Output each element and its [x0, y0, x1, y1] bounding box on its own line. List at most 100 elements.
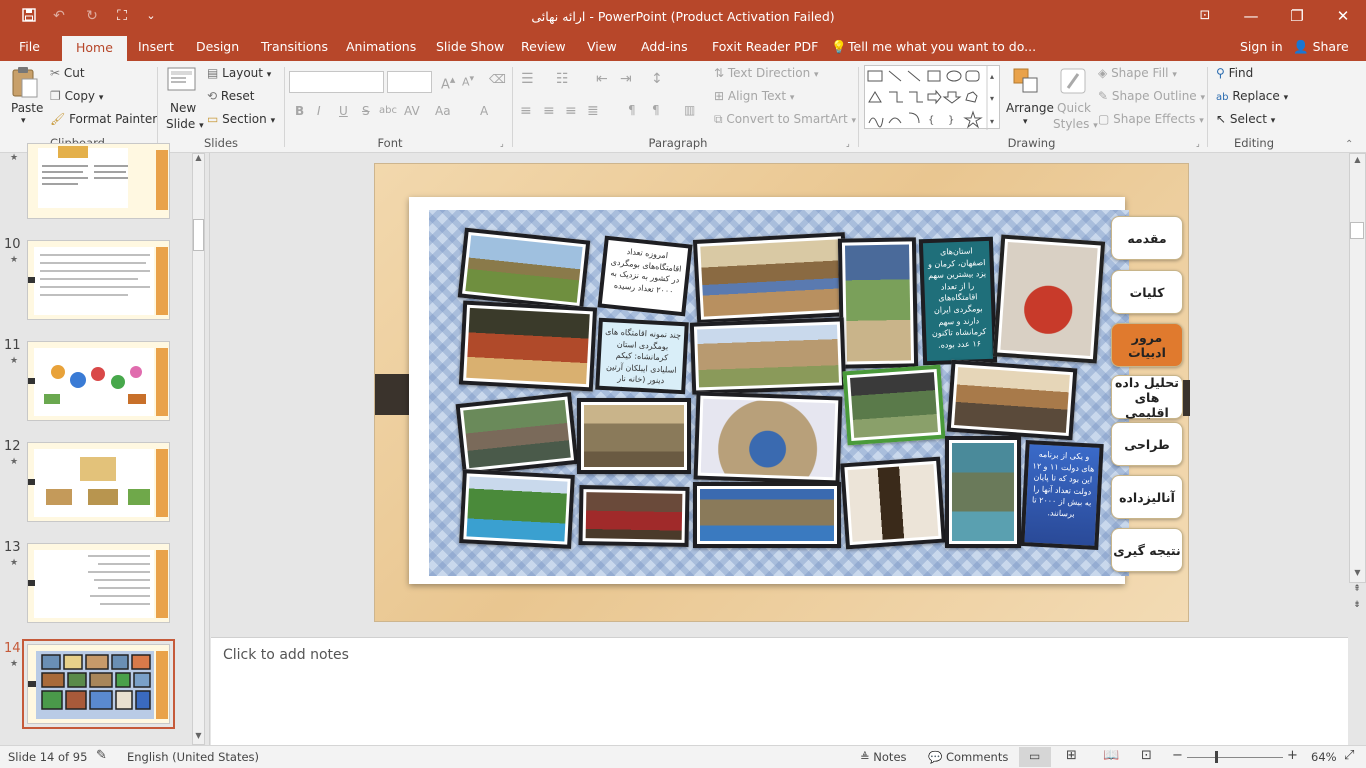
nav-conclusion-button[interactable]: نتیجه گیری: [1111, 528, 1183, 572]
increase-font-icon[interactable]: A▴: [441, 73, 455, 92]
photo-courtyard-pool[interactable]: [692, 232, 850, 324]
cut-button[interactable]: ✂ Cut: [50, 66, 85, 80]
slide-thumbnail-11[interactable]: [27, 341, 170, 421]
photo-hillside-village[interactable]: [693, 482, 841, 548]
zoom-slider-track[interactable]: [1187, 757, 1283, 758]
paste-button[interactable]: Paste: [11, 101, 43, 115]
find-button[interactable]: ⚲ Find: [1216, 66, 1253, 80]
photo-carpet-room[interactable]: [578, 485, 690, 547]
arrange-icon[interactable]: [1011, 66, 1041, 96]
shapes-gallery[interactable]: {} ▴ ▾ ▾: [864, 65, 1000, 130]
align-text-button[interactable]: ⊞ Align Text ▾: [714, 89, 794, 103]
notes-placeholder[interactable]: Click to add notes: [223, 647, 349, 663]
photo-garden-pool[interactable]: [459, 469, 575, 549]
new-slide-icon[interactable]: [167, 65, 197, 95]
convert-smartart-button[interactable]: ⧉ Convert to SmartArt ▾: [714, 112, 856, 127]
photo-interior-door[interactable]: [840, 456, 946, 550]
close-button[interactable]: ✕: [1320, 5, 1366, 29]
quick-styles-icon[interactable]: [1058, 66, 1088, 96]
align-right-icon[interactable]: ≡: [565, 103, 577, 119]
line-spacing-icon[interactable]: ↕: [651, 71, 663, 87]
bullets-icon[interactable]: ☰: [521, 71, 534, 87]
shape-outline-button[interactable]: ✎ Shape Outline ▾: [1098, 89, 1205, 103]
slide-sorter-icon[interactable]: ⊞: [1066, 748, 1077, 763]
notes-button[interactable]: ≜ Notes: [860, 750, 907, 764]
drawing-launcher-icon[interactable]: ⌟: [1196, 139, 1200, 148]
tab-view[interactable]: View: [587, 39, 617, 54]
paste-dropdown-icon[interactable]: ▾: [21, 116, 26, 126]
tab-transitions[interactable]: Transitions: [261, 39, 328, 54]
thumbnail-scroll-thumb[interactable]: [193, 219, 204, 251]
arrange-button[interactable]: Arrange: [1006, 101, 1054, 115]
scroll-up-icon[interactable]: ▲: [192, 153, 205, 166]
layout-button[interactable]: ▤ Layout ▾: [207, 66, 271, 80]
normal-view-button[interactable]: ▭: [1019, 747, 1051, 767]
editor-scroll-down-icon[interactable]: ▼: [1349, 568, 1366, 581]
clear-format-icon[interactable]: ⌫: [489, 72, 506, 86]
reset-button[interactable]: ⟲ Reset: [207, 89, 254, 103]
next-slide-icon[interactable]: ⇟: [1350, 600, 1364, 614]
justify-icon[interactable]: ≣: [587, 103, 599, 119]
photo-dining-room[interactable]: [458, 300, 598, 392]
paragraph-launcher-icon[interactable]: ⌟: [846, 139, 850, 148]
columns-icon[interactable]: ▥: [684, 103, 695, 117]
photo-pergola[interactable]: [455, 392, 579, 476]
share-button[interactable]: 👤 Share: [1293, 39, 1349, 55]
arrange-dropdown-icon[interactable]: ▾: [1023, 117, 1028, 127]
format-painter-button[interactable]: 🖌 Format Painter: [50, 112, 157, 126]
slide-canvas[interactable]: امروزه تعداد اقامتگاه‌های بومگردی در کشو…: [374, 163, 1190, 622]
sign-in-link[interactable]: Sign in: [1240, 39, 1283, 54]
paste-icon[interactable]: [10, 65, 40, 101]
select-button[interactable]: ↖ Select ▾: [1216, 112, 1275, 126]
comments-button[interactable]: 💬 Comments: [928, 750, 1008, 764]
spell-check-icon[interactable]: ✎: [96, 748, 107, 763]
slide-thumbnail-13[interactable]: [27, 543, 170, 623]
nav-data-analysis-button[interactable]: آنالیزداده: [1111, 475, 1183, 519]
new-slide-label[interactable]: New: [170, 101, 196, 115]
reading-view-icon[interactable]: 📖: [1103, 748, 1119, 763]
zoom-out-icon[interactable]: −: [1172, 748, 1183, 763]
zoom-in-icon[interactable]: +: [1287, 748, 1298, 763]
minimize-button[interactable]: —: [1228, 5, 1274, 29]
quick-styles-label[interactable]: Quick: [1057, 101, 1091, 115]
quick-styles-label-2[interactable]: Styles ▾: [1053, 117, 1098, 131]
nav-intro-button[interactable]: مقدمه: [1111, 216, 1183, 260]
align-center-icon[interactable]: ≡: [543, 103, 555, 119]
slideshow-view-icon[interactable]: ⊡: [1141, 748, 1152, 763]
tab-home[interactable]: Home: [62, 36, 127, 61]
slide-thumbnail-14[interactable]: [22, 639, 175, 729]
undo-icon[interactable]: ↶: [49, 7, 69, 25]
tab-insert[interactable]: Insert: [138, 39, 174, 54]
increase-indent-icon[interactable]: ⇥: [620, 71, 632, 87]
photo-landscape[interactable]: [457, 227, 591, 311]
slide-thumbnail-9[interactable]: [27, 143, 170, 219]
customize-icon[interactable]: ⌄: [141, 7, 161, 25]
photo-stone-village[interactable]: [577, 398, 691, 474]
section-button[interactable]: ▭ Section ▾: [207, 112, 275, 126]
text-box-4[interactable]: و یکی از برنامه های دولت ۱۱ و ۱۲ این بود…: [1020, 440, 1104, 550]
zoom-slider-thumb[interactable]: [1214, 751, 1218, 763]
slide-thumbnail-10[interactable]: [27, 240, 170, 320]
nav-climate-analysis-button[interactable]: تحلیل داده های اقلیمی: [1111, 375, 1183, 420]
copy-button[interactable]: ❐ Copy ▾: [50, 89, 103, 103]
tab-file[interactable]: File: [19, 39, 40, 54]
char-spacing-button[interactable]: AV: [404, 104, 420, 118]
tab-foxit[interactable]: Foxit Reader PDF: [712, 39, 818, 54]
text-direction-button[interactable]: ⇅ Text Direction ▾: [714, 66, 819, 80]
tab-slide-show[interactable]: Slide Show: [436, 39, 504, 54]
scroll-down-icon[interactable]: ▼: [192, 731, 205, 744]
collapse-ribbon-icon[interactable]: ⌃: [1345, 139, 1353, 150]
photo-house-exterior[interactable]: [689, 317, 847, 395]
prev-slide-icon[interactable]: ⇞: [1350, 584, 1364, 598]
bold-button[interactable]: B: [295, 104, 304, 118]
nav-overview-button[interactable]: کلیات: [1111, 270, 1183, 314]
shape-fill-button[interactable]: ◈ Shape Fill ▾: [1098, 66, 1177, 80]
strike-button[interactable]: S: [362, 104, 370, 118]
photo-green-courtyard[interactable]: [842, 364, 946, 446]
numbering-icon[interactable]: ☷: [556, 71, 569, 87]
photo-garden[interactable]: [837, 237, 919, 369]
rtl-icon[interactable]: ¶: [652, 103, 660, 117]
tell-me-box[interactable]: Tell me what you want to do...: [848, 39, 1036, 54]
font-launcher-icon[interactable]: ⌟: [500, 139, 504, 148]
language-indicator[interactable]: English (United States): [127, 750, 259, 764]
